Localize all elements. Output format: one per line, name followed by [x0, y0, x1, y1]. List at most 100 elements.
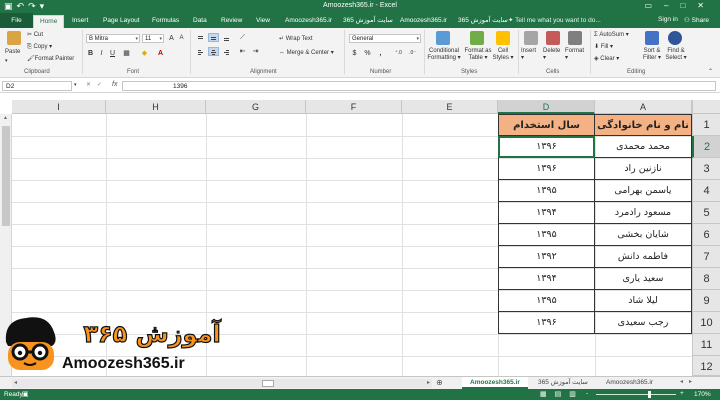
increase-decimal-icon[interactable]: ⁺.0	[394, 49, 403, 58]
formula-input[interactable]: 1396	[122, 81, 716, 91]
column-header-a[interactable]: A	[595, 100, 692, 114]
bold-button[interactable]: B	[86, 49, 95, 58]
cell-name[interactable]: سعید یاری	[595, 268, 692, 290]
sign-in-link[interactable]: Sign in	[658, 16, 678, 23]
cell-year[interactable]: ۱۳۹۵	[498, 290, 595, 312]
cell-year[interactable]: ۱۳۹۵	[498, 180, 595, 202]
tab-formulas[interactable]: Formulas	[152, 15, 179, 28]
align-right-icon[interactable]	[221, 47, 232, 56]
horizontal-scroll-thumb[interactable]	[262, 380, 274, 387]
tab-custom-1[interactable]: Amoozesh365.ir	[285, 15, 332, 28]
find-select-icon[interactable]	[668, 31, 682, 45]
cell-year[interactable]: ۱۳۹۴	[498, 268, 595, 290]
format-as-table-icon[interactable]	[470, 31, 484, 45]
name-box-dropdown-icon[interactable]: ▾	[74, 82, 77, 88]
font-name-select[interactable]: B Mitra ▾	[86, 34, 140, 43]
zoom-slider[interactable]	[596, 394, 676, 395]
cell-name[interactable]: مسعود رادمرد	[595, 202, 692, 224]
insert-cells-button[interactable]: Insert ▾	[521, 48, 536, 61]
number-format-select[interactable]: General ▾	[349, 34, 421, 43]
cell-year[interactable]: ۱۳۹۲	[498, 246, 595, 268]
cell-name[interactable]: لیلا شاد	[595, 290, 692, 312]
cell-name[interactable]: فاطمه دانش	[595, 246, 692, 268]
align-left-icon[interactable]	[195, 47, 206, 56]
row-header-11[interactable]: 11	[692, 334, 720, 356]
currency-button[interactable]: $	[350, 49, 359, 58]
borders-icon[interactable]: ▦	[122, 49, 131, 58]
align-top-icon[interactable]	[195, 33, 206, 42]
column-header-h[interactable]: H	[106, 100, 206, 114]
row-header-5[interactable]: 5	[692, 202, 720, 224]
conditional-formatting-button[interactable]: Conditional Formatting ▾	[427, 48, 461, 61]
zoom-in-button[interactable]: +	[680, 390, 684, 397]
column-header-f[interactable]: F	[306, 100, 402, 114]
collapse-ribbon-icon[interactable]: ⌃	[708, 68, 713, 75]
vertical-scroll-thumb[interactable]	[2, 126, 10, 226]
row-header-1[interactable]: 1	[692, 114, 720, 136]
copy-button[interactable]: ⎘ Copy ▾	[27, 43, 52, 51]
view-mode-icons[interactable]: ▦▤▥	[540, 390, 584, 398]
paste-icon[interactable]	[7, 31, 21, 45]
column-header-i[interactable]: I	[12, 100, 106, 114]
scroll-left-icon[interactable]: ◂	[14, 379, 17, 386]
header-cell-year[interactable]: سال استخدام	[498, 114, 595, 136]
cell-name[interactable]: یاسمن بهرامی	[595, 180, 692, 202]
ribbon-display-icon[interactable]: ▭	[644, 1, 664, 10]
cell-styles-icon[interactable]	[496, 31, 510, 45]
row-header-10[interactable]: 10	[692, 312, 720, 334]
format-cells-button[interactable]: Format ▾	[565, 48, 584, 61]
sheet-tab-1[interactable]: Amoozesh365.ir	[462, 377, 528, 389]
horizontal-scrollbar[interactable]: ◂ ▸	[12, 379, 432, 388]
decrease-decimal-icon[interactable]: .0⁻	[408, 49, 417, 58]
row-header-4[interactable]: 4	[692, 180, 720, 202]
tab-custom-4[interactable]: 365 سایت آموزش	[458, 15, 508, 28]
percent-button[interactable]: %	[363, 49, 372, 58]
find-select-button[interactable]: Find & Select ▾	[664, 48, 688, 61]
cell-name[interactable]: محمد محمدی	[595, 136, 692, 158]
cell-name[interactable]: شایان بخشی	[595, 224, 692, 246]
name-box[interactable]: D2	[2, 81, 72, 91]
enter-icon[interactable]: ✓	[97, 81, 102, 88]
new-sheet-icon[interactable]: ⊕	[436, 378, 443, 387]
format-as-table-button[interactable]: Format as Table ▾	[463, 48, 493, 61]
scroll-up-icon[interactable]: ▲	[3, 115, 8, 121]
select-all-corner[interactable]	[692, 100, 720, 114]
delete-cells-button[interactable]: Delete ▾	[543, 48, 560, 61]
paste-button[interactable]: Paste	[5, 49, 20, 55]
merge-center-button[interactable]: ⇔ Merge & Center ▾	[279, 49, 334, 56]
minimize-icon[interactable]: –	[664, 1, 680, 10]
row-header-2[interactable]: 2	[692, 136, 720, 158]
tab-home[interactable]: Home	[33, 15, 65, 28]
tab-review[interactable]: Review	[221, 15, 242, 28]
row-header-9[interactable]: 9	[692, 290, 720, 312]
format-cells-icon[interactable]	[568, 31, 582, 45]
tab-custom-2[interactable]: 365 سایت آموزش	[343, 15, 393, 28]
cell-year[interactable]: ۱۳۹۶	[498, 136, 595, 158]
cell-year[interactable]: ۱۳۹۶	[498, 158, 595, 180]
insert-function-icon[interactable]: fx	[112, 81, 117, 88]
row-header-6[interactable]: 6	[692, 224, 720, 246]
autosum-button[interactable]: Σ AutoSum ▾	[594, 31, 629, 38]
window-controls[interactable]: ▭–□✕	[644, 1, 716, 10]
tab-file[interactable]: File	[0, 13, 33, 28]
cell-year[interactable]: ۱۳۹۵	[498, 224, 595, 246]
paste-dropdown-icon[interactable]: ▾	[5, 58, 8, 64]
tab-data[interactable]: Data	[193, 15, 207, 28]
align-middle-icon[interactable]	[208, 33, 219, 42]
row-header-8[interactable]: 8	[692, 268, 720, 290]
zoom-out-button[interactable]: -	[586, 390, 588, 397]
header-cell-name[interactable]: نام و نام خانوادگی	[595, 114, 692, 136]
cell-year[interactable]: ۱۳۹۴	[498, 202, 595, 224]
zoom-slider-thumb[interactable]	[648, 391, 651, 398]
decrease-indent-icon[interactable]: ⇤	[238, 47, 247, 56]
comma-style-icon[interactable]: ,	[376, 49, 385, 58]
fill-button[interactable]: ⬇ Fill ▾	[594, 43, 613, 50]
cell-name[interactable]: رجب سعیدی	[595, 312, 692, 334]
font-size-select[interactable]: 11 ▾	[142, 34, 164, 43]
row-header-3[interactable]: 3	[692, 158, 720, 180]
cell-name[interactable]: نازنین راد	[595, 158, 692, 180]
align-bottom-icon[interactable]	[221, 33, 232, 42]
sheet-nav-icons[interactable]: ◂▸	[680, 378, 698, 385]
share-button[interactable]: ⚇ Share	[684, 16, 709, 24]
row-header-7[interactable]: 7	[692, 246, 720, 268]
